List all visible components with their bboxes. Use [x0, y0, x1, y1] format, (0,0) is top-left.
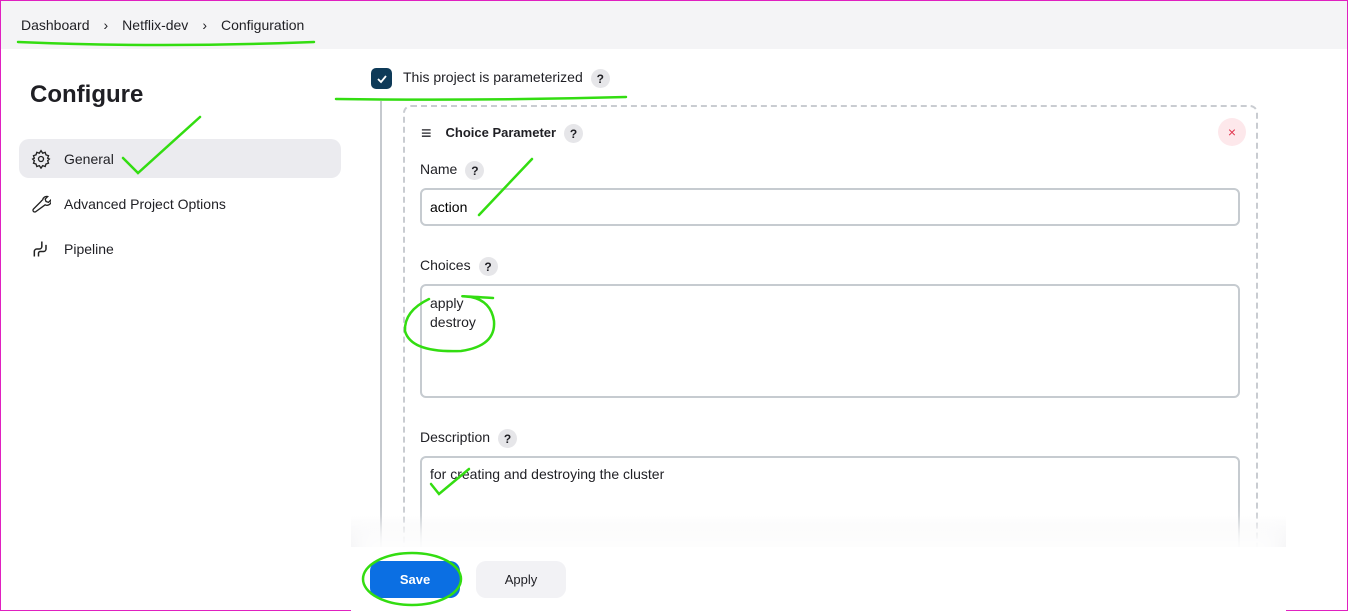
scroll-fade [351, 516, 1286, 547]
description-label: Description? [420, 429, 518, 448]
parameterized-checkbox[interactable] [371, 68, 392, 89]
param-title: Choice Parameter [445, 124, 557, 140]
breadcrumb-dashboard[interactable]: Dashboard [21, 17, 90, 33]
delete-parameter-button[interactable]: × [1218, 118, 1246, 146]
label-text: This project is parameterized [403, 69, 583, 86]
sidebar-item-label: Pipeline [64, 240, 114, 257]
sidebar-item-advanced-project-options[interactable]: Advanced Project Options [19, 184, 341, 223]
pipeline-icon [33, 241, 47, 256]
chevron-right-icon: › [202, 17, 207, 33]
choices-textarea[interactable]: apply destroy [420, 284, 1240, 398]
help-icon[interactable]: ? [564, 124, 584, 143]
check-icon [376, 74, 387, 83]
breadcrumb-configuration[interactable]: Configuration [221, 17, 304, 33]
sidebar-item-general[interactable]: General [19, 139, 341, 178]
choices-label: Choices? [420, 257, 498, 276]
sidebar-item-label: Advanced Project Options [64, 195, 226, 212]
label-text: Name [420, 161, 458, 178]
choice-item: destroy [430, 314, 476, 330]
name-label: Name? [420, 161, 485, 180]
choice-parameter-header: ≡ Choice Parameter? [421, 123, 584, 144]
help-icon[interactable]: ? [478, 257, 498, 276]
help-icon[interactable]: ? [498, 429, 518, 448]
sidebar-item-label: General [64, 150, 114, 167]
save-button[interactable]: Save [370, 561, 460, 598]
name-input[interactable] [420, 188, 1240, 226]
page-title: Configure [30, 81, 144, 108]
sidebar-item-pipeline[interactable]: Pipeline [19, 229, 341, 268]
help-icon[interactable]: ? [465, 161, 485, 180]
label-text: Choices [420, 257, 471, 274]
label-text: Description [420, 429, 491, 446]
divider [380, 101, 382, 551]
apply-button[interactable]: Apply [476, 561, 566, 598]
gear-icon [31, 148, 51, 169]
chevron-right-icon: › [103, 17, 109, 33]
help-icon[interactable]: ? [590, 69, 610, 88]
wrench-icon [32, 195, 51, 213]
choice-item: apply [430, 295, 464, 311]
parameterized-label: This project is parameterized? [403, 69, 610, 88]
breadcrumb-netflix-dev[interactable]: Netflix-dev [122, 17, 188, 33]
drag-handle-icon[interactable]: ≡ [421, 123, 432, 143]
breadcrumb: Dashboard › Netflix-dev › Configuration [1, 1, 1347, 49]
